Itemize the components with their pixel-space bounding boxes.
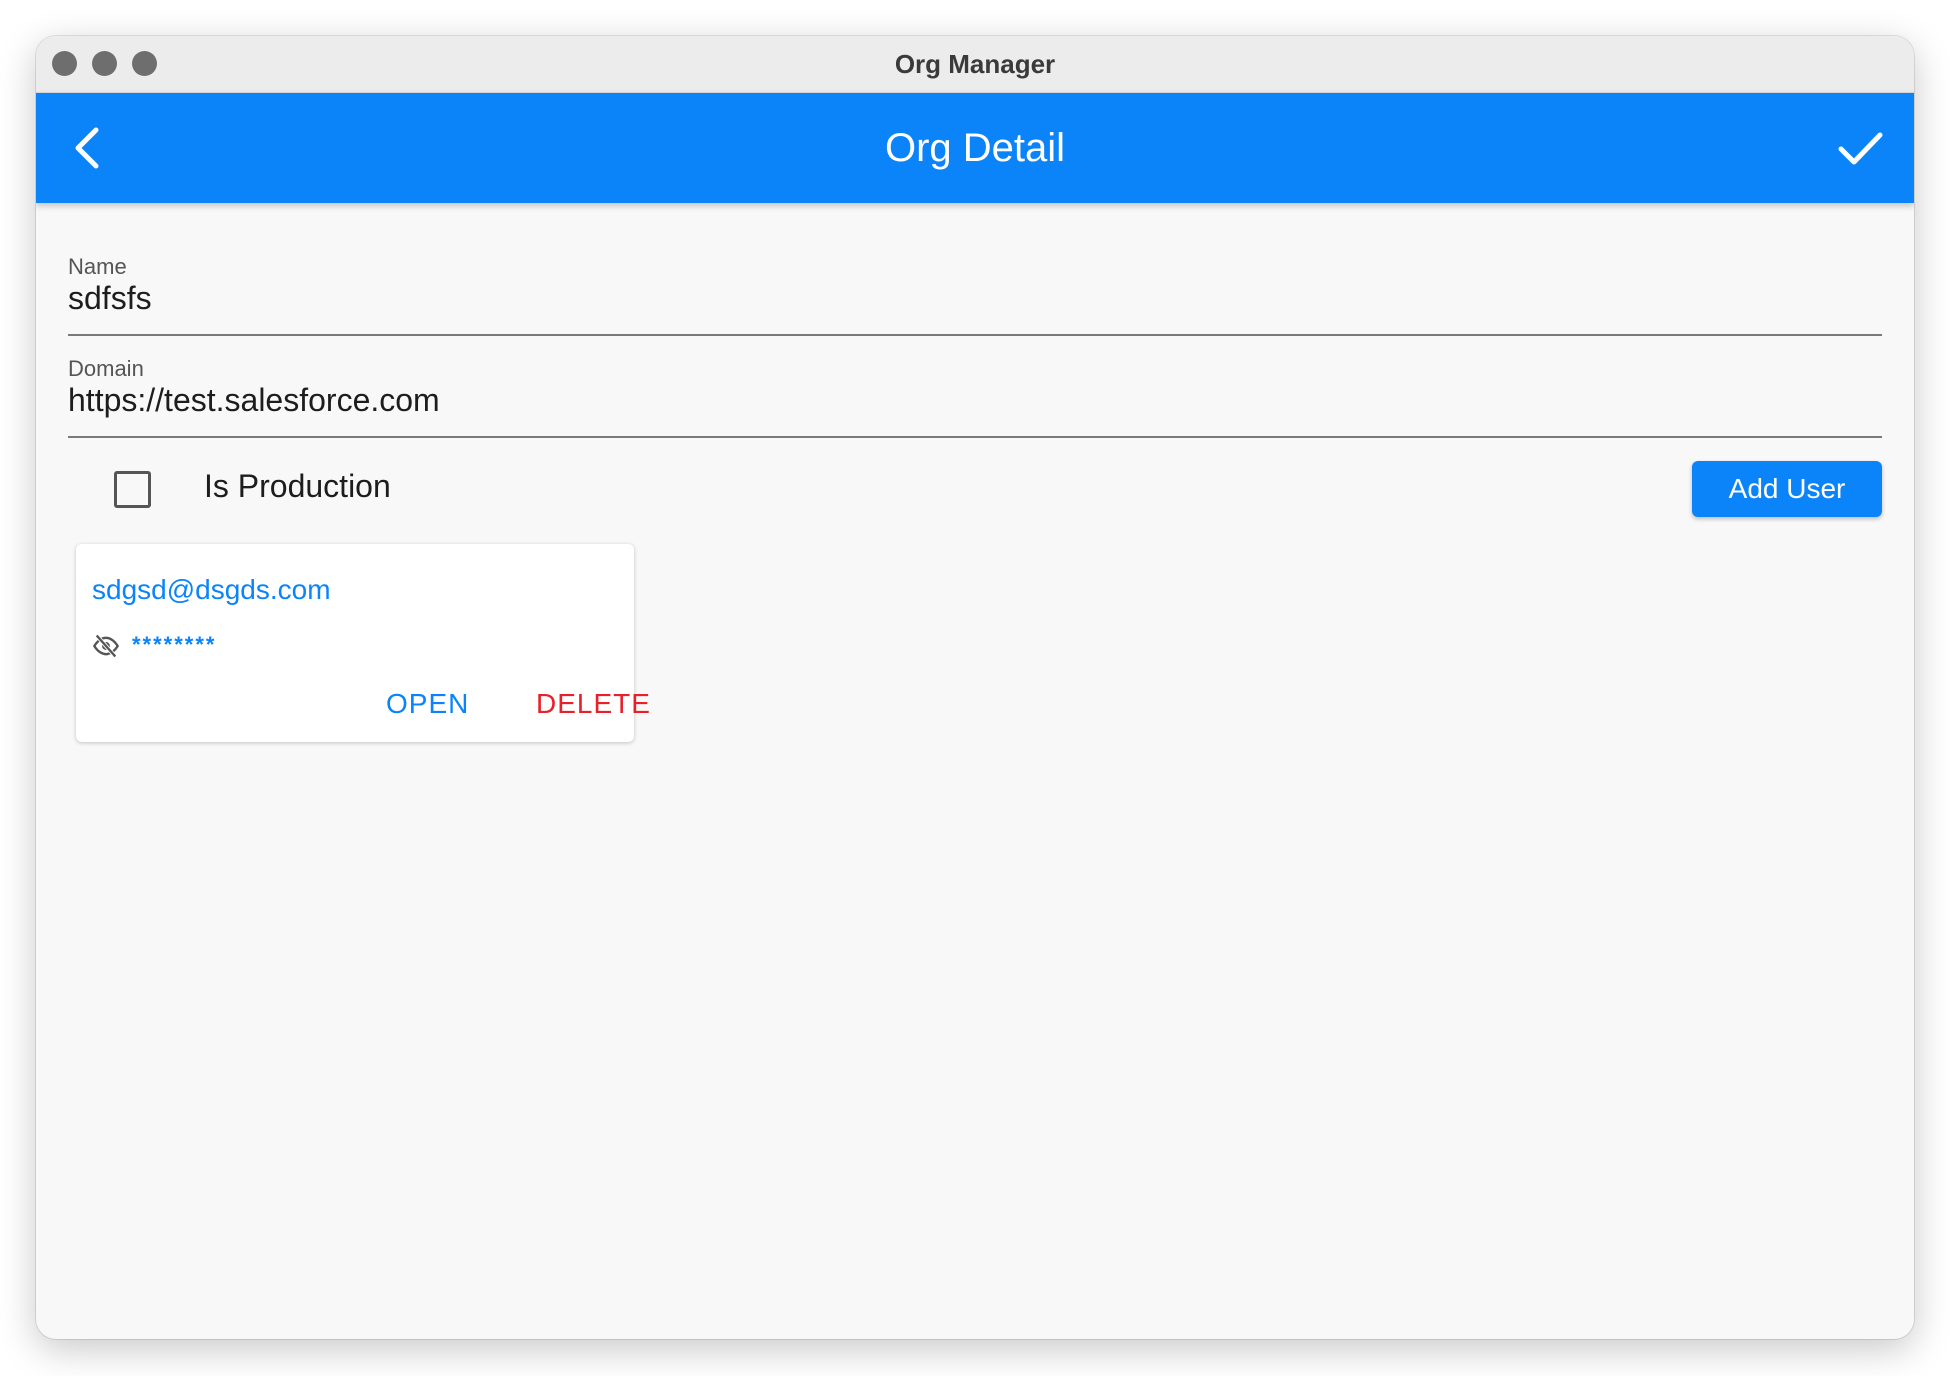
open-button[interactable]: OPEN bbox=[386, 688, 469, 720]
delete-button[interactable]: DELETE bbox=[536, 688, 651, 720]
checkmark-icon bbox=[1838, 132, 1883, 165]
user-email[interactable]: sdgsd@dsgds.com bbox=[92, 574, 331, 606]
window-title: Org Manager bbox=[894, 49, 1056, 79]
app-window: Org Manager Org Detail Name sdfsfs Domai… bbox=[36, 36, 1914, 1339]
save-button[interactable] bbox=[1828, 115, 1894, 181]
domain-field[interactable]: Domain https://test.salesforce.com bbox=[68, 356, 1882, 438]
is-production-checkbox[interactable] bbox=[114, 471, 151, 508]
eye-off-icon[interactable] bbox=[92, 632, 120, 660]
window-titlebar[interactable]: Org Manager bbox=[36, 36, 1914, 93]
chevron-left-icon bbox=[75, 127, 99, 169]
domain-label: Domain bbox=[68, 356, 144, 381]
add-user-button[interactable]: Add User bbox=[1692, 461, 1882, 517]
user-password: ******** bbox=[132, 632, 217, 657]
name-label: Name bbox=[68, 254, 127, 279]
back-button[interactable] bbox=[56, 115, 122, 181]
app-bar: Org Detail bbox=[36, 93, 1914, 203]
domain-input[interactable]: https://test.salesforce.com bbox=[68, 382, 1882, 419]
is-production-label: Is Production bbox=[204, 468, 391, 504]
name-input[interactable]: sdfsfs bbox=[68, 280, 1882, 317]
page-title: Org Detail bbox=[884, 126, 1066, 170]
name-field[interactable]: Name sdfsfs bbox=[68, 254, 1882, 336]
user-card: sdgsd@dsgds.com ******** OPEN DELETE bbox=[76, 544, 650, 742]
